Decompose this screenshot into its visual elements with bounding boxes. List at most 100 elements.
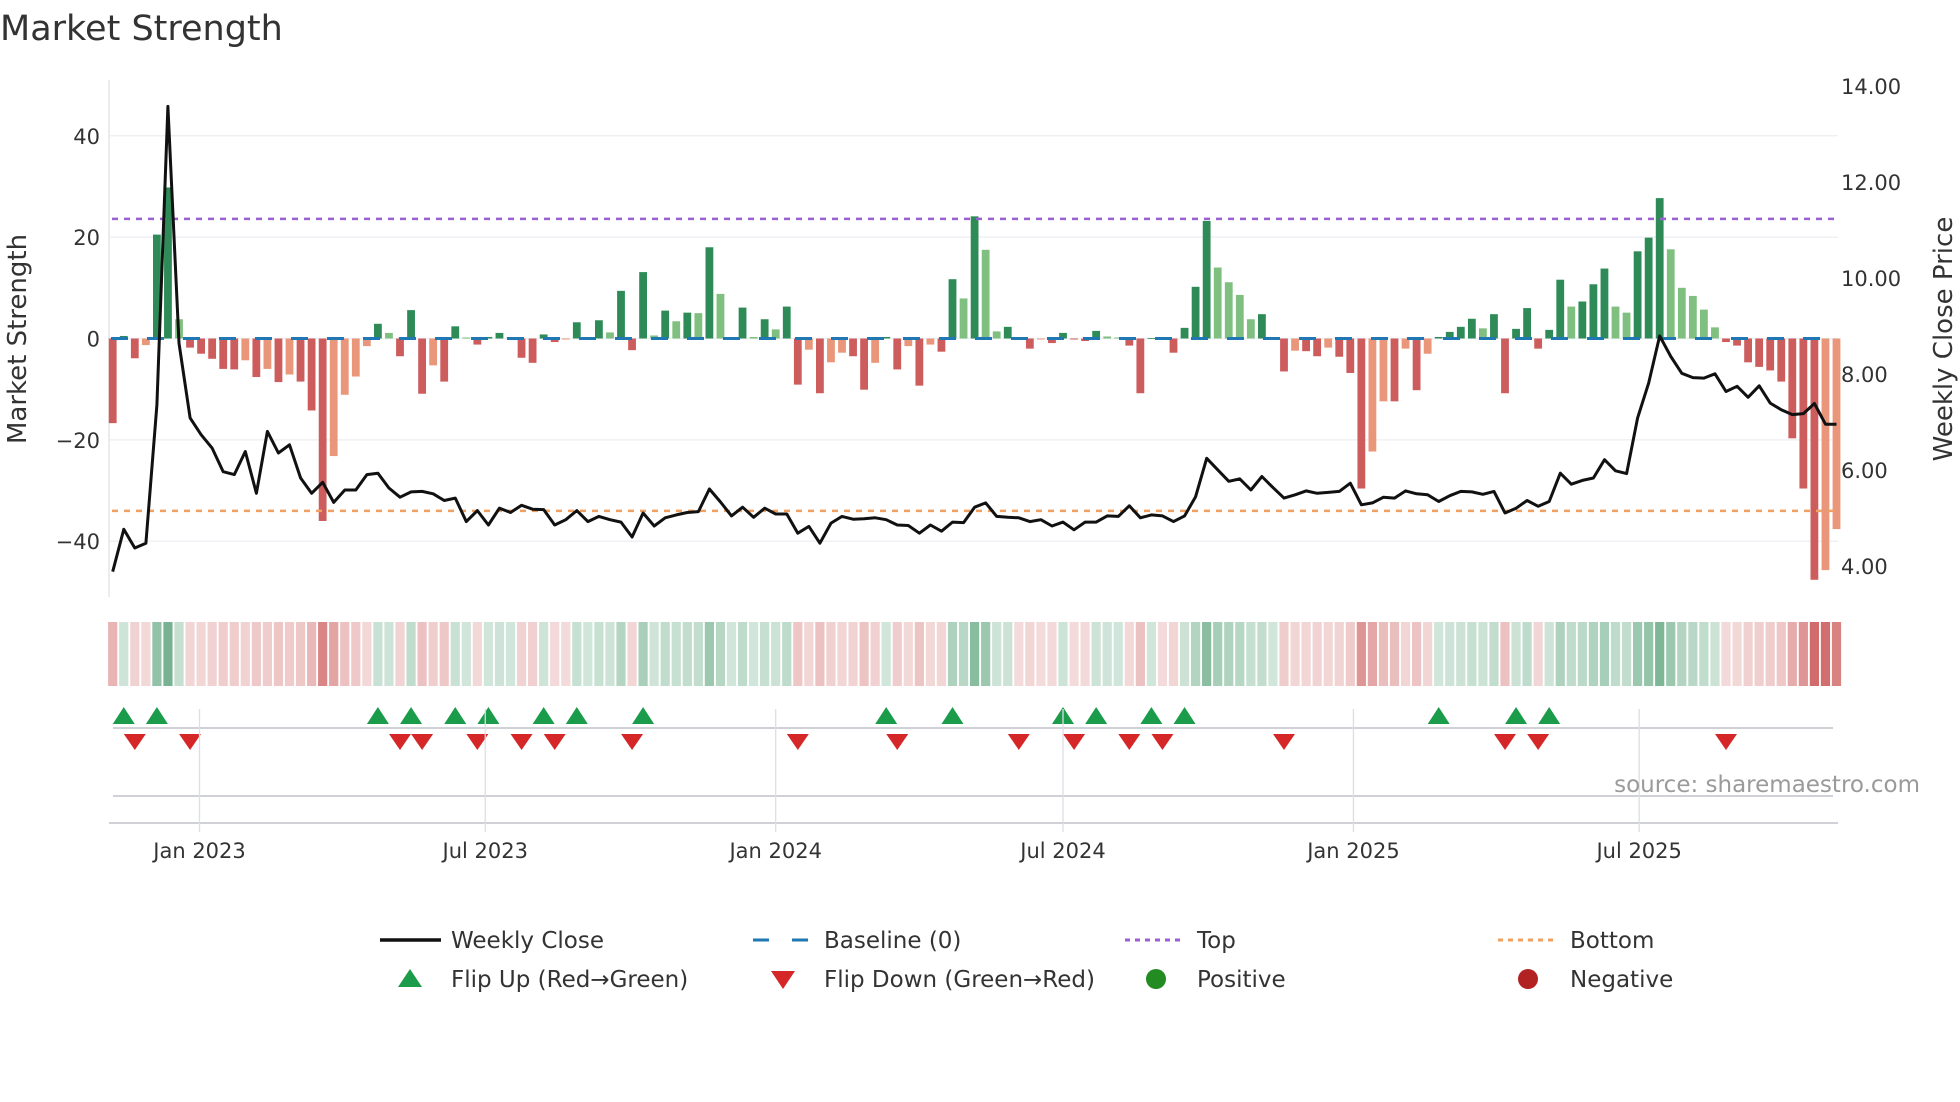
strength-bar [407, 310, 415, 339]
strength-bar [804, 338, 813, 350]
heat-cell [1091, 622, 1101, 686]
heat-cell [859, 622, 869, 686]
heat-cell [594, 622, 604, 686]
heat-cell [1478, 622, 1488, 686]
heat-cell [1135, 622, 1145, 686]
strength-bar [893, 338, 902, 370]
y-tick-label: 20 [73, 226, 100, 250]
heat-cell [1146, 622, 1156, 686]
strength-bar [429, 338, 438, 366]
heat-cell [472, 622, 482, 686]
heat-cell [428, 622, 438, 686]
strength-bar [1213, 267, 1222, 339]
legend-label: Baseline (0) [824, 928, 961, 954]
heat-cell [262, 622, 272, 686]
flip-up-marker [477, 707, 500, 724]
y-right-tick-label: 4.00 [1841, 555, 1888, 579]
strength-bar [418, 338, 426, 394]
heat-cell [351, 622, 361, 686]
strength-bar [683, 312, 692, 339]
strength-bar [1600, 268, 1609, 339]
legend-item-baseline: Baseline (0) [753, 928, 961, 954]
legend-label: Positive [1197, 967, 1286, 993]
strength-bar [1037, 338, 1045, 340]
heat-cell [1522, 622, 1532, 686]
heat-cell [992, 622, 1002, 686]
heat-cell [660, 622, 670, 686]
heat-cell [760, 622, 770, 686]
strength-bar [385, 332, 393, 339]
y-right-tick-label: 12.00 [1841, 171, 1901, 195]
flip-up-marker [400, 707, 423, 724]
flip-up-marker [1085, 707, 1108, 724]
strength-bar [1180, 327, 1189, 339]
heat-cell [1356, 622, 1366, 686]
x-tick-label: Jul 2025 [1594, 839, 1681, 863]
strength-bar [937, 338, 946, 352]
strength-bar [1246, 319, 1255, 339]
strength-bar [749, 336, 758, 339]
y-tick-label: −20 [56, 429, 100, 453]
legend-label: Bottom [1570, 928, 1654, 954]
strength-bar [1622, 312, 1631, 339]
heat-cell [119, 622, 129, 686]
heat-cell [826, 622, 836, 686]
heat-cell [1423, 622, 1433, 686]
heat-cell [539, 622, 549, 686]
strength-bar [1523, 308, 1531, 339]
flip-down-marker [1118, 734, 1141, 750]
flip-down-marker [1007, 734, 1030, 750]
heat-cell [726, 622, 737, 686]
heat-cell [1257, 622, 1267, 686]
strength-bar [572, 322, 581, 339]
heat-cell [1633, 622, 1643, 686]
heat-cell [1599, 622, 1610, 686]
strength-bar [1755, 338, 1764, 367]
strength-bar [1677, 287, 1686, 339]
flip-up-marker [532, 707, 555, 724]
heat-cell [185, 622, 195, 686]
heat-cell [1721, 622, 1731, 686]
x-tick-label: Jan 2024 [727, 839, 822, 863]
flip-up-marker [1538, 707, 1561, 724]
strength-bar [219, 338, 228, 369]
strength-bar [451, 326, 460, 339]
legend-item-flip-up: Flip Up (Red→Green) [398, 967, 688, 993]
strength-bar [528, 338, 537, 363]
strength-bar [130, 338, 139, 359]
heat-cell [1124, 622, 1134, 686]
strength-bar [208, 338, 217, 359]
flip-up-marker [145, 707, 168, 724]
heat-cell [1345, 622, 1355, 686]
heat-cell [903, 622, 913, 686]
strength-bar [241, 338, 250, 361]
strength-bar [1070, 338, 1078, 340]
strength-bar [1578, 301, 1587, 339]
heat-cell [505, 622, 516, 686]
flip-up-marker [1173, 707, 1196, 724]
strength-bar [1291, 338, 1299, 351]
heat-cell [384, 622, 394, 686]
heat-cell [439, 622, 449, 686]
strength-bar [1434, 336, 1443, 339]
legend-item-negative: Negative [1518, 967, 1673, 993]
strength-bar [595, 320, 603, 339]
legend-label: Top [1196, 928, 1236, 954]
flip-down-marker [510, 734, 533, 750]
flip-down-marker [886, 734, 909, 750]
heat-cell [461, 622, 471, 686]
flip-up-marker [941, 707, 964, 724]
heat-cell [218, 622, 228, 686]
heat-cell [1577, 622, 1587, 686]
strength-bar [462, 337, 471, 339]
heat-cell [318, 622, 328, 686]
strength-bar [738, 307, 747, 339]
heat-cell [1434, 622, 1444, 686]
heat-cell [483, 622, 493, 686]
strength-bar [285, 338, 294, 375]
heat-cell [1644, 622, 1654, 686]
heat-cell [1831, 622, 1842, 686]
flip-up-marker [1505, 707, 1528, 724]
strength-bar [1202, 220, 1211, 339]
heat-cell [1246, 622, 1256, 686]
